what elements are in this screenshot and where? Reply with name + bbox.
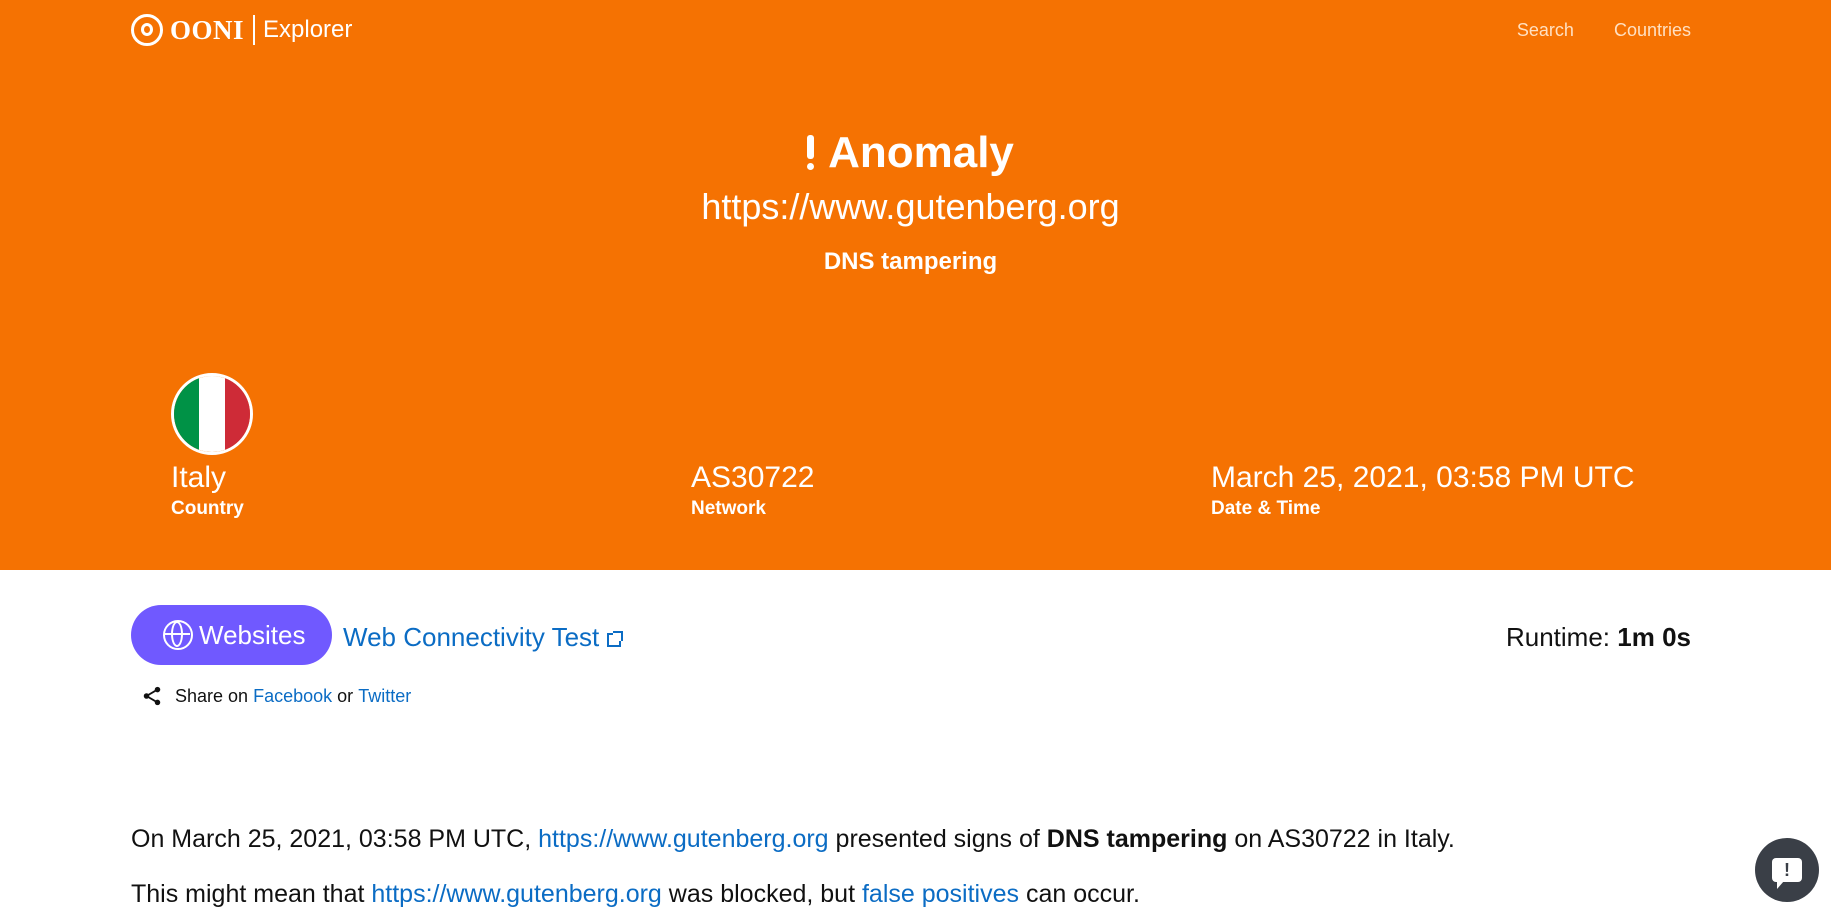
- status-heading: Anomaly: [807, 128, 1014, 178]
- globe-icon: [163, 620, 193, 650]
- web-connectivity-test-link[interactable]: Web Connectivity Test: [343, 622, 624, 653]
- summary-text: presented signs of: [835, 825, 1040, 853]
- ooni-logo-icon: [131, 14, 163, 46]
- share-or: or: [337, 685, 354, 706]
- nav-link-countries[interactable]: Countries: [1614, 20, 1691, 41]
- datetime-label: Date & Time: [1211, 498, 1321, 519]
- share-twitter-link[interactable]: Twitter: [358, 686, 411, 707]
- runtime-value: 1m 0s: [1617, 622, 1691, 652]
- blocking-type: DNS tampering: [823, 248, 998, 275]
- logo-separator: [253, 15, 256, 45]
- summary-text: on AS30722 in Italy.: [1234, 825, 1455, 853]
- summary-text: On March 25, 2021, 03:58 PM UTC,: [131, 825, 532, 853]
- summary-text: can occur.: [1025, 880, 1140, 908]
- datetime-value: March 25, 2021, 03:58 PM UTC: [1211, 461, 1635, 494]
- nav-link-search[interactable]: Search: [1517, 20, 1574, 41]
- country-value[interactable]: Italy: [171, 460, 244, 496]
- websites-category-button[interactable]: Websites: [131, 605, 332, 665]
- summary-line-2: This might mean that https://www.gutenbe…: [131, 867, 1631, 922]
- summary-url-link-2[interactable]: https://www.gutenberg.org: [371, 880, 661, 908]
- feedback-button[interactable]: !: [1755, 838, 1819, 902]
- runtime: Runtime: 1m 0s: [1506, 622, 1691, 653]
- share-prefix: Share on: [175, 685, 249, 706]
- summary-text: was blocked, but: [668, 880, 856, 908]
- network-value[interactable]: AS30722: [691, 460, 814, 496]
- network-label: Network: [691, 498, 766, 519]
- nav-links: Search Countries: [1517, 20, 1691, 41]
- runtime-label: Runtime:: [1505, 622, 1611, 652]
- flag-stripe-green: [174, 376, 200, 452]
- network-info: AS30722 Network: [691, 460, 814, 520]
- share-icon: [143, 686, 161, 706]
- measured-url: https://www.gutenberg.org: [701, 186, 1120, 227]
- summary-blocking: DNS tampering: [1046, 825, 1228, 853]
- summary-url-link[interactable]: https://www.gutenberg.org: [538, 825, 828, 853]
- test-name: Web Connectivity Test: [343, 622, 600, 652]
- country-label: Country: [171, 498, 244, 519]
- anomaly-icon: [807, 135, 815, 171]
- feedback-icon: !: [1772, 858, 1802, 889]
- status-text: Anomaly: [828, 128, 1014, 177]
- flag-stripe-red: [224, 376, 250, 452]
- false-positives-link[interactable]: false positives: [862, 880, 1019, 908]
- share-facebook-link[interactable]: Facebook: [253, 686, 332, 707]
- measurement-headline: Anomaly https://www.gutenberg.org DNS ta…: [0, 128, 1821, 276]
- websites-label: Websites: [199, 619, 306, 650]
- navbar: OONI Explorer Search Countries: [131, 12, 1691, 52]
- measurement-hero: OONI Explorer Search Countries Anomaly h…: [0, 0, 1831, 570]
- external-link-icon: [607, 631, 624, 647]
- flag-stripe-white: [199, 376, 225, 452]
- ooni-explorer-logo[interactable]: OONI Explorer: [131, 12, 352, 48]
- logo-text: OONI: [170, 14, 245, 45]
- datetime-info: March 25, 2021, 03:58 PM UTC Date & Time: [1211, 460, 1635, 520]
- summary-line-1: On March 25, 2021, 03:58 PM UTC, https:/…: [131, 812, 1631, 867]
- country-flag-italy: [171, 373, 253, 455]
- share-row: Share on Facebook or Twitter: [141, 685, 411, 707]
- country-info: Italy Country: [171, 460, 244, 520]
- summary-text: This might mean that: [131, 880, 365, 908]
- logo-subtitle: Explorer: [263, 16, 353, 43]
